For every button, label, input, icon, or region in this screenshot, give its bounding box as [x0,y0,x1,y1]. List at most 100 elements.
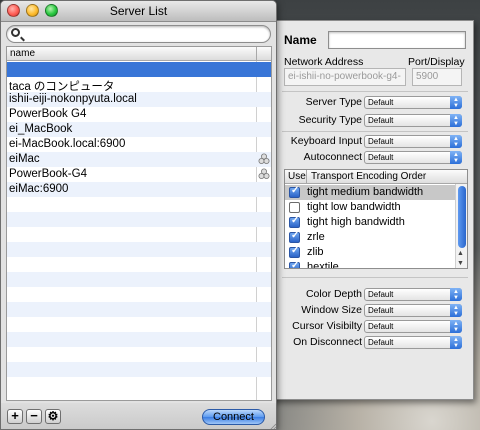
divider [282,277,468,278]
action-menu-button[interactable]: ⚙ [45,409,61,424]
encoding-row[interactable]: zlib [285,245,455,260]
server-row[interactable]: taca のコンピュータ [7,77,271,93]
scroll-up-icon[interactable]: ▲ [457,250,464,257]
empty-row [7,332,271,347]
color-depth-label: Color Depth [305,288,362,300]
network-address-field[interactable]: ei-ishii-no-powerbook-g4- [284,68,406,86]
bottom-toolbar: + − ⚙ Connect [1,403,276,430]
encoding-checkbox[interactable] [289,260,300,268]
cursor-visibility-row: Cursor Visibilty Default ▲ ▼ [262,320,474,334]
autoconnect-label: Autoconnect [303,151,362,163]
server-list-table[interactable]: name taca のコンピュータ ishii-eiji-nokonpyuta.… [6,46,272,401]
encoding-row[interactable]: tight medium bandwidth [285,185,455,200]
add-server-button[interactable]: + [7,409,23,424]
shared-server-icon [258,168,270,179]
encoding-checkbox[interactable] [289,185,300,198]
port-display-label: Port/Display [408,56,465,68]
window-size-label: Window Size [301,304,362,316]
server-name: eiMac:6900 [9,183,69,195]
scroll-down-icon[interactable]: ▼ [457,260,464,267]
encoding-row[interactable]: zrle [285,230,455,245]
server-type-label: Server Type [305,96,362,108]
popup-arrows-icon: ▲ ▼ [450,151,462,164]
status-column-header[interactable] [256,47,257,61]
network-address-label: Network Address [284,56,364,68]
security-type-value: Default [368,116,394,125]
cursor-visibility-value: Default [368,322,394,331]
cursor-visibility-popup[interactable]: Default ▲ ▼ [364,320,462,333]
security-type-popup[interactable]: Default ▲ ▼ [364,114,462,127]
divider [282,131,468,132]
encoding-checkbox[interactable] [289,245,300,258]
name-label: Name [284,33,317,47]
popup-arrows-icon: ▲ ▼ [450,336,462,349]
cursor-visibility-label: Cursor Visibilty [292,320,362,332]
encoding-label: zlib [307,246,324,258]
server-name: ishii-eiji-nokonpyuta.local [9,93,137,105]
empty-row [7,242,271,257]
use-column-header[interactable]: Use [288,171,306,182]
server-row[interactable]: ei-MacBook.local:6900 [7,137,271,152]
keyboard-input-row: Keyboard Input Default ▲ ▼ [262,135,474,149]
server-row[interactable]: ishii-eiji-nokonpyuta.local [7,92,271,107]
empty-row [7,197,271,212]
encoding-table-header: Use Transport Encoding Order [285,170,467,184]
encoding-label: zrle [307,231,325,243]
empty-row [7,287,271,302]
encoding-order-column-header[interactable]: Transport Encoding Order [306,170,426,184]
color-depth-popup[interactable]: Default ▲ ▼ [364,288,462,301]
remove-server-button[interactable]: − [26,409,42,424]
autoconnect-popup[interactable]: Default ▲ ▼ [364,151,462,164]
keyboard-input-label: Keyboard Input [290,135,362,147]
port-display-field[interactable]: 5900 [412,68,462,86]
window-title: Server List [109,4,168,18]
title-bar[interactable]: Server List [1,1,276,22]
server-name: PowerBook-G4 [9,168,87,180]
color-depth-value: Default [368,290,394,299]
server-row[interactable]: ei_MacBook [7,122,271,137]
server-row[interactable]: eiMac [7,152,271,167]
encoding-row[interactable]: hextile [285,260,455,269]
server-type-popup[interactable]: Default ▲ ▼ [364,96,462,109]
popup-arrows-icon: ▲ ▼ [450,114,462,127]
encoding-checkbox[interactable] [289,202,300,213]
encoding-table[interactable]: Use Transport Encoding Order tight mediu… [284,169,468,269]
empty-row [7,347,271,362]
search-field[interactable] [6,25,271,43]
name-column-header[interactable]: name [10,48,35,59]
empty-row [7,212,271,227]
encoding-label: tight low bandwidth [307,201,401,213]
autoconnect-value: Default [368,153,394,162]
encoding-checkbox[interactable] [289,230,300,243]
shared-server-icon [258,153,270,164]
empty-row [7,227,271,242]
name-field[interactable] [328,31,466,49]
encoding-scroll-thumb[interactable] [458,186,466,248]
server-row[interactable]: PowerBook G4 [7,107,271,122]
connect-button[interactable]: Connect [202,409,265,425]
encoding-checkbox[interactable] [289,215,300,228]
divider [282,91,468,92]
on-disconnect-value: Default [368,338,394,347]
security-type-row: Security Type Default ▲ ▼ [262,114,474,128]
server-type-row: Server Type Default ▲ ▼ [262,96,474,110]
on-disconnect-popup[interactable]: Default ▲ ▼ [364,336,462,349]
server-row-selected[interactable] [7,62,271,77]
encoding-row[interactable]: tight low bandwidth [285,200,455,215]
keyboard-input-popup[interactable]: Default ▲ ▼ [364,135,462,148]
window-size-popup[interactable]: Default ▲ ▼ [364,304,462,317]
server-list-header: name [7,47,271,61]
security-type-label: Security Type [298,114,362,126]
encoding-label: hextile [307,261,339,269]
window-size-value: Default [368,306,394,315]
empty-row [7,302,271,317]
encoding-label: tight high bandwidth [307,216,405,228]
encoding-label: tight medium bandwidth [307,186,424,198]
server-row[interactable]: eiMac:6900 [7,182,271,197]
encoding-row[interactable]: tight high bandwidth [285,215,455,230]
server-row[interactable]: PowerBook-G4 [7,167,271,182]
resize-grip-icon[interactable] [268,423,276,430]
empty-row [7,362,271,377]
empty-row [7,377,271,392]
encoding-scrollbar[interactable]: ▲ ▼ [455,184,467,268]
